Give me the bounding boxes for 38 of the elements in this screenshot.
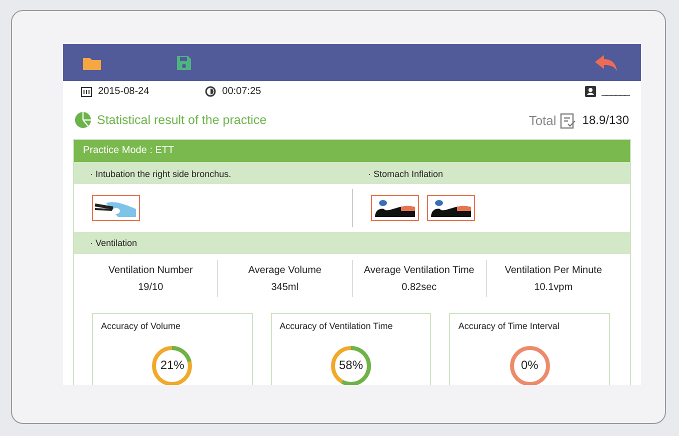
stat-value: 10.1vpm [534,282,573,292]
percent-value: 0% [520,358,540,372]
error-label: · Stomach Inflation [368,169,444,179]
card-title: Accuracy of Ventilation Time [280,321,394,331]
duration-text: 00:07:25 [222,86,262,96]
donut-gauge [329,344,373,385]
user-name-text: ______ [602,86,629,96]
stat-value: 345ml [271,282,298,292]
ventilation-label: · Ventilation [90,238,138,248]
date-text: 2015-08-24 [98,86,150,96]
donut-gauge [150,344,194,385]
folder-icon[interactable] [83,56,101,70]
percent-value: 21% [159,358,186,372]
card-title: Accuracy of Time Interval [458,321,560,331]
calendar-icon [81,86,92,96]
user-card-icon [584,86,596,96]
timer-icon [205,86,216,96]
stat-value: 19/10 [138,282,164,292]
pie-chart-icon [75,112,91,128]
save-icon[interactable] [177,56,191,70]
stat-label: Ventilation Number [108,264,193,276]
stat-label: Average Ventilation Time [364,264,474,276]
back-arrow-icon[interactable] [595,54,617,70]
card-title: Accuracy of Volume [101,321,182,331]
stat-label: Ventilation Per Minute [504,264,602,276]
tube-illustration [92,195,140,221]
error-label: · Intubation the right side bronchus. [90,169,232,179]
total-score: 18.9/130 [582,113,629,127]
donut-gauge [508,344,552,385]
patient-illustration [426,195,474,221]
mode-header: Practice Mode : ETT [74,140,630,162]
percent-value: 58% [338,358,364,372]
stat-value: 0.82sec [402,282,437,292]
section-title: Statistical result of the practice [97,113,267,127]
clipboard-check-icon [560,112,576,128]
total-label: Total [528,112,556,128]
stat-label: Average Volume [248,264,322,276]
patient-illustration [370,195,418,221]
